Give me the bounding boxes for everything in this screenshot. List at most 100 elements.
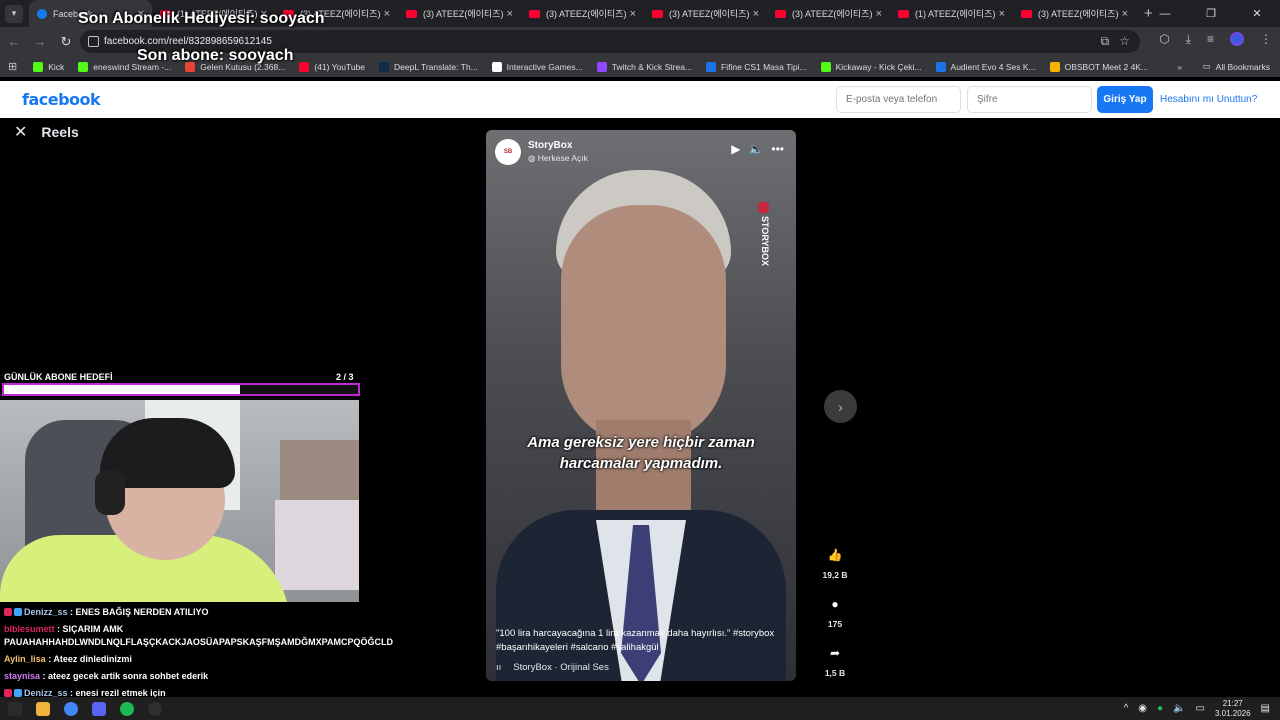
comment-action[interactable]: ● 175 xyxy=(820,592,850,629)
chevron-up-icon[interactable]: ^ xyxy=(1124,703,1129,714)
email-field[interactable] xyxy=(836,86,961,113)
close-icon[interactable]: × xyxy=(876,8,882,20)
close-icon[interactable]: × xyxy=(507,8,513,20)
all-bookmarks[interactable]: ▭ All Bookmarks xyxy=(1203,61,1270,72)
network-icon[interactable]: ▭ xyxy=(1196,703,1205,714)
bookmark-star-icon[interactable]: ☆ xyxy=(1119,34,1130,49)
bookmark-item[interactable]: DeepL Translate: Th... xyxy=(379,61,478,72)
privacy-label: ◍ Herkese Açık xyxy=(528,153,588,163)
games-icon xyxy=(491,61,502,72)
youtube-icon xyxy=(898,9,909,18)
twitch-icon xyxy=(596,61,607,72)
share-action[interactable]: ➦ 1,5 B xyxy=(820,641,850,678)
password-field[interactable] xyxy=(967,86,1092,113)
next-reel-button[interactable]: › xyxy=(824,390,857,423)
channel-avatar[interactable]: SB xyxy=(495,139,521,165)
play-icon[interactable]: ▶ xyxy=(731,142,740,156)
channel-name[interactable]: StoryBox xyxy=(528,140,572,151)
url-text: facebook.com/reel/832898659612145 xyxy=(104,36,272,47)
forward-icon[interactable]: → xyxy=(28,30,52,54)
site-info-icon[interactable] xyxy=(88,36,99,47)
webcam-headboard xyxy=(280,440,359,505)
tab-youtube[interactable]: (1) ATEEZ(에이티즈) × xyxy=(890,0,1013,27)
tab-youtube[interactable]: (3) ATEEZ(에이티즈) × xyxy=(767,0,890,27)
more-options-icon[interactable]: ••• xyxy=(771,142,784,156)
discord-tray-icon[interactable]: ◉ xyxy=(1138,703,1147,714)
badge-icon xyxy=(4,608,12,616)
kickaway-icon xyxy=(820,61,831,72)
start-icon[interactable] xyxy=(8,701,22,716)
downloads-icon[interactable]: ⤓ xyxy=(1186,32,1191,47)
screen: ▾ Facebook × (1) ATEEZ(에이티즈) × (3) ATEEZ(에… xyxy=(0,0,1280,720)
spotify-icon[interactable] xyxy=(120,701,134,716)
webcam-feed xyxy=(0,400,359,602)
video-controls: ▶ 🔈 ••• xyxy=(731,142,784,156)
facebook-header: facebook Giriş Yap Hesabını mı Unuttun? xyxy=(0,81,1280,118)
bookmark-item[interactable]: (41) YouTube xyxy=(299,61,365,72)
extensions-icon[interactable]: ⬡ xyxy=(1159,32,1169,47)
bookmark-item[interactable]: Kickaway - Kick Çeki... xyxy=(820,61,922,72)
youtube-icon xyxy=(406,9,417,18)
close-icon[interactable]: × xyxy=(999,8,1005,20)
file-explorer-icon[interactable] xyxy=(36,701,50,716)
check-icon xyxy=(706,61,717,72)
close-icon[interactable]: × xyxy=(630,8,636,20)
facebook-logo[interactable]: facebook xyxy=(22,90,101,109)
obs-icon[interactable] xyxy=(148,701,162,716)
youtube-icon xyxy=(775,9,786,18)
chat-message: Denizz_ss : ENES BAĞIŞ NERDEN ATILIYO xyxy=(4,606,364,619)
video-caption: "100 lira harcayacağına 1 lira kazanmak … xyxy=(496,628,775,653)
reel-actions: 👍 19,2 B ● 175 ➦ 1,5 B xyxy=(820,543,850,690)
minimize-icon[interactable]: — xyxy=(1142,0,1188,27)
close-icon[interactable]: × xyxy=(1122,8,1128,20)
tab-youtube[interactable]: (3) ATEEZ(에이티즈) × xyxy=(644,0,767,27)
reload-icon[interactable]: ↻ xyxy=(54,30,78,54)
badge-icon xyxy=(4,689,12,697)
chrome-icon[interactable] xyxy=(64,701,78,716)
chat-message: staynisa : ateez gecek artik sonra sohbe… xyxy=(4,671,209,681)
youtube-icon xyxy=(299,61,310,72)
forgot-password-link[interactable]: Hesabını mı Unuttun? xyxy=(1160,94,1257,105)
tab-youtube[interactable]: (3) ATEEZ(에이티즈) × xyxy=(521,0,644,27)
video-subtitle: Ama gereksiz yere hiçbir zaman harcamala… xyxy=(527,434,755,472)
spotify-tray-icon[interactable]: ● xyxy=(1157,703,1163,714)
volume-icon[interactable]: 🔈 xyxy=(748,142,763,156)
install-app-icon[interactable]: ⧉ xyxy=(1101,34,1110,49)
webcam-bed xyxy=(275,500,359,590)
close-icon[interactable]: × xyxy=(753,8,759,20)
back-icon[interactable]: ← xyxy=(2,30,26,54)
reel-video[interactable]: SB StoryBox ◍ Herkese Açık ▶ 🔈 ••• STORY… xyxy=(486,130,796,681)
comment-icon: ● xyxy=(831,597,839,611)
menu-icon[interactable]: ⋮ xyxy=(1260,32,1272,47)
bookmark-item[interactable]: Interactive Games... xyxy=(491,61,583,72)
deepl-icon xyxy=(379,61,390,72)
restore-icon[interactable]: ❐ xyxy=(1188,0,1234,27)
close-window-icon[interactable]: ✕ xyxy=(1234,0,1280,27)
window-controls: — ❐ ✕ xyxy=(1142,0,1280,27)
bookmark-item[interactable]: Fifine CS1 Masa Tipi... xyxy=(706,61,807,72)
last-sub-gift-overlay: Son Abonelik Hediyesi: sooyach xyxy=(78,10,325,27)
bookmark-item[interactable]: Kick xyxy=(33,61,64,72)
chevron-right-icon: › xyxy=(838,398,843,415)
media-controls-icon[interactable]: ≡ xyxy=(1207,32,1214,47)
login-button[interactable]: Giriş Yap xyxy=(1097,86,1153,113)
bookmark-item[interactable]: Audient Evo 4 Ses K... xyxy=(935,61,1036,72)
volume-icon[interactable]: 🔈 xyxy=(1173,703,1185,714)
tab-search-icon[interactable]: ▾ xyxy=(5,4,23,23)
youtube-icon xyxy=(652,9,663,18)
discord-icon[interactable] xyxy=(92,701,106,716)
more-bookmarks-icon[interactable]: » xyxy=(1177,62,1182,72)
apps-icon[interactable]: ⊞ xyxy=(8,60,17,73)
like-action[interactable]: 👍 19,2 B xyxy=(820,543,850,580)
bookmark-item[interactable]: Twitch & Kick Strea... xyxy=(596,61,692,72)
audio-label[interactable]: ıı StoryBox · Orijinal Ses xyxy=(496,662,609,673)
close-icon[interactable]: ✕ xyxy=(14,122,27,142)
bookmark-item[interactable]: OBSBOT Meet 2 4K... xyxy=(1049,61,1148,72)
notification-icon[interactable]: ▤ xyxy=(1261,703,1270,714)
profile-avatar[interactable] xyxy=(1230,32,1244,46)
tab-youtube[interactable]: (3) ATEEZ(에이티즈) × xyxy=(1013,0,1136,27)
close-icon[interactable]: × xyxy=(384,8,390,20)
storybox-watermark: STORYBOX xyxy=(760,216,770,267)
tab-youtube[interactable]: (3) ATEEZ(에이티즈) × xyxy=(398,0,521,27)
taskbar-clock[interactable]: 21:27 3.01.2026 xyxy=(1215,699,1251,719)
